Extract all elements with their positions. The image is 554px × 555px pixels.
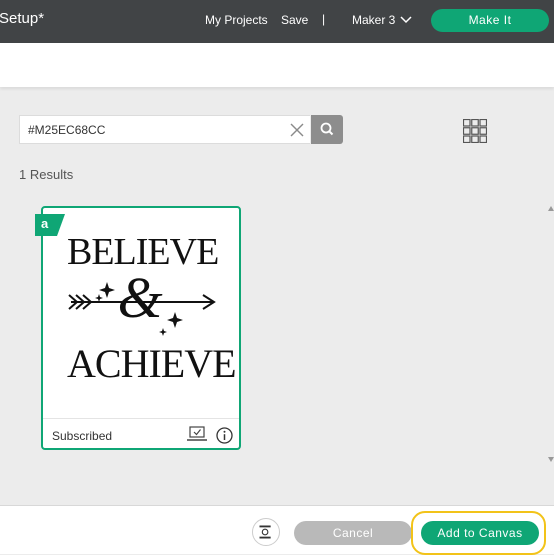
access-badge-label: a xyxy=(41,216,49,231)
top-bar: Setup* My Projects Save | Maker 3 Make I… xyxy=(0,0,554,43)
machine-select[interactable]: Maker 3 xyxy=(352,13,395,27)
upload-icon[interactable] xyxy=(187,426,207,442)
access-badge-icon xyxy=(35,214,65,236)
bottom-bar: Cancel Add to Canvas xyxy=(0,505,554,555)
search-input[interactable] xyxy=(28,122,278,138)
design-text-bottom: ACHIEVE xyxy=(67,341,237,386)
card-divider xyxy=(43,418,239,419)
secondary-toolbar xyxy=(0,43,554,87)
results-count: 1 Results xyxy=(19,167,74,182)
project-title: Setup* xyxy=(0,10,45,27)
grid-view-icon[interactable] xyxy=(463,119,487,143)
search-button[interactable] xyxy=(311,115,343,144)
search-icon xyxy=(320,122,334,136)
design-preview: BELIEVE & ACHIEVE xyxy=(67,230,237,400)
my-projects-link[interactable]: My Projects xyxy=(205,13,268,27)
info-icon[interactable] xyxy=(216,427,233,444)
card-status: Subscribed xyxy=(52,429,113,443)
search-field[interactable] xyxy=(19,115,310,144)
chevron-down-icon[interactable] xyxy=(400,15,412,24)
design-thumbnail-icon xyxy=(259,525,271,539)
scrollbar[interactable] xyxy=(548,204,554,464)
add-to-canvas-button[interactable]: Add to Canvas xyxy=(421,521,539,545)
close-icon[interactable] xyxy=(290,123,304,137)
save-link[interactable]: Save xyxy=(281,13,308,27)
header-divider: | xyxy=(322,12,326,26)
design-ampersand: & xyxy=(117,265,163,330)
cancel-button[interactable]: Cancel xyxy=(294,521,412,545)
make-it-button[interactable]: Make It xyxy=(431,9,549,32)
selected-thumbnail xyxy=(252,518,280,546)
scroll-down-arrow[interactable] xyxy=(548,455,554,463)
result-card[interactable]: a BELIEVE & ACHIEVE Subscribed xyxy=(35,206,241,450)
